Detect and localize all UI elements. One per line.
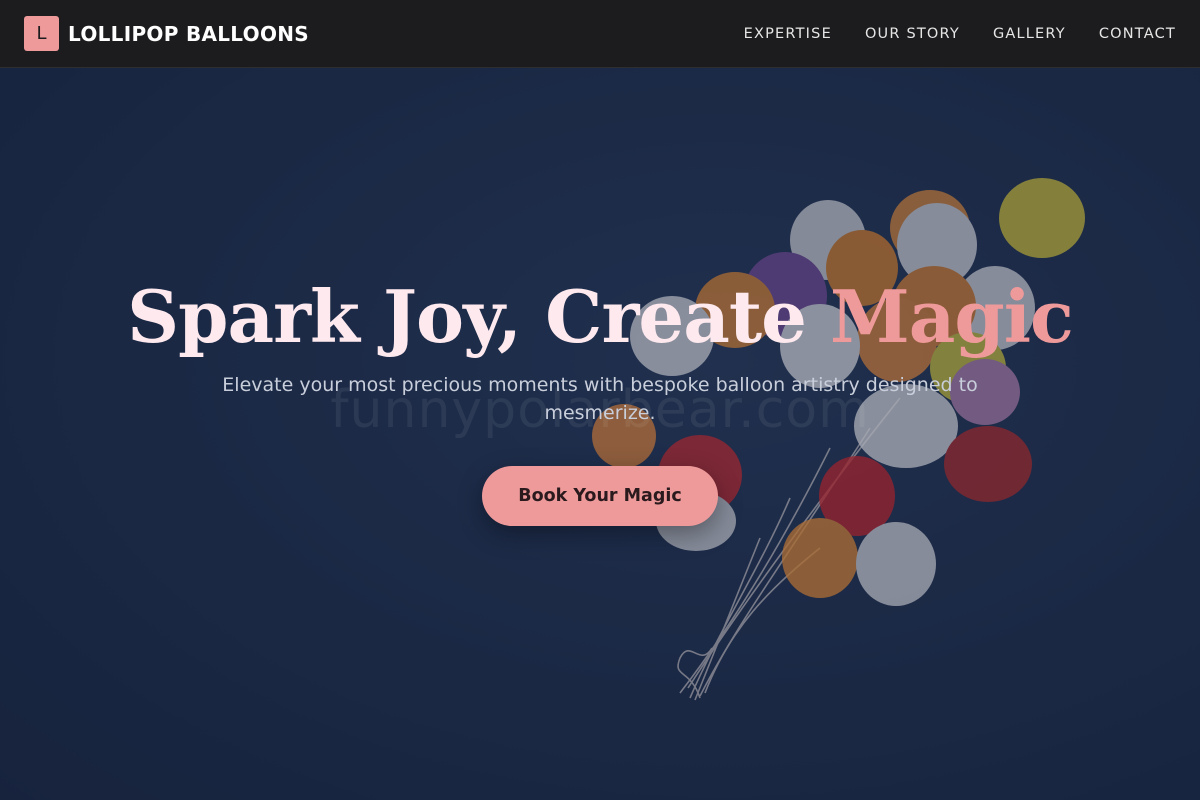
nav-contact[interactable]: CONTACT xyxy=(1099,26,1176,42)
nav-expertise[interactable]: EXPERTISE xyxy=(744,26,832,42)
hero-title-main: Spark Joy, Create xyxy=(127,274,830,359)
nav-links: EXPERTISE OUR STORY GALLERY CONTACT xyxy=(744,26,1176,42)
hero-subtitle: Elevate your most precious moments with … xyxy=(222,374,978,424)
logo-mark: L xyxy=(24,16,59,51)
brand[interactable]: L LOLLIPOP BALLOONS xyxy=(24,16,309,51)
nav-our-story[interactable]: OUR STORY xyxy=(865,26,960,42)
brand-name: LOLLIPOP BALLOONS xyxy=(68,21,309,46)
nav-gallery[interactable]: GALLERY xyxy=(993,26,1066,42)
navbar: L LOLLIPOP BALLOONS EXPERTISE OUR STORY … xyxy=(0,0,1200,68)
hero-title-accent: Magic xyxy=(830,274,1074,359)
book-your-magic-button[interactable]: Book Your Magic xyxy=(482,466,718,526)
hero-section: funnypolarbear.com Spark Joy, Create Mag… xyxy=(0,68,1200,800)
hero-title: Spark Joy, Create Magic xyxy=(0,274,1200,359)
